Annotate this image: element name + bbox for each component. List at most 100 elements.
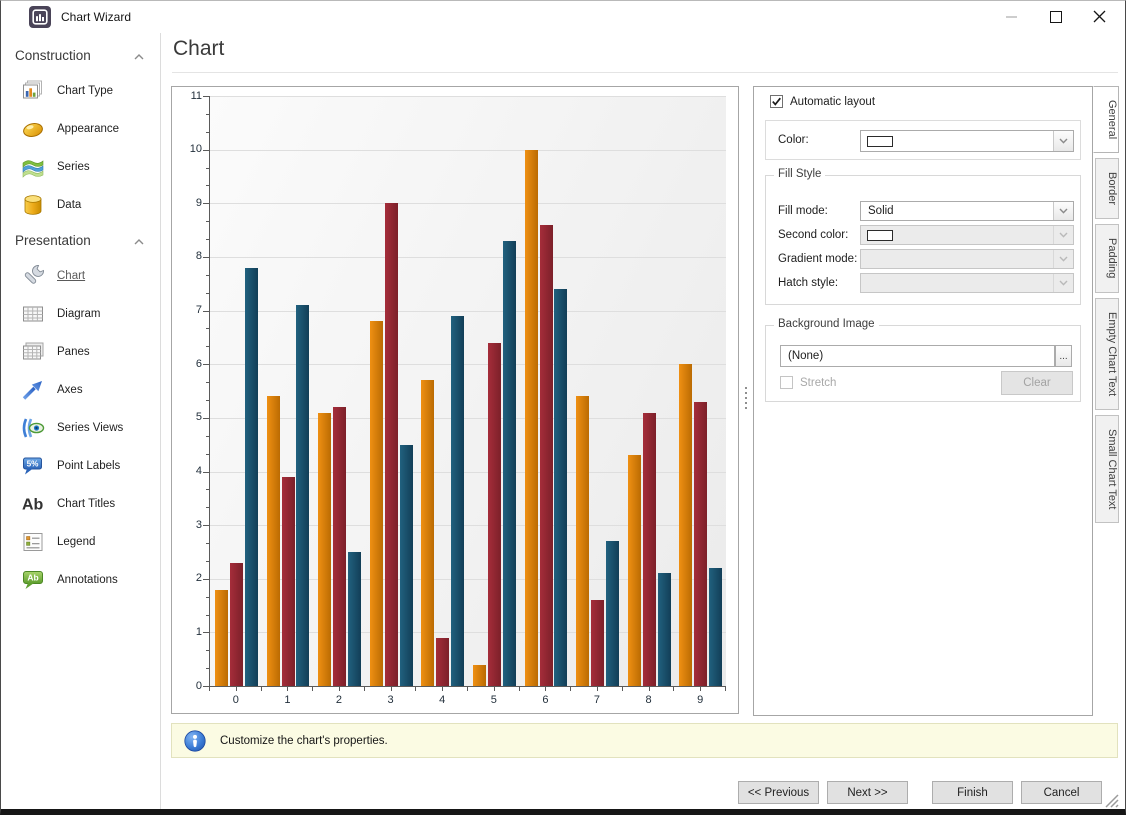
y-minor-tick xyxy=(206,489,209,490)
resize-grip[interactable] xyxy=(1103,792,1119,808)
sidebar-item-appearance[interactable]: Appearance xyxy=(1,110,160,148)
bar-series1-x2 xyxy=(333,407,346,686)
y-axis-label: 2 xyxy=(174,572,202,584)
y-major-tick xyxy=(203,96,209,97)
y-axis-label: 7 xyxy=(174,304,202,316)
svg-text:5%: 5% xyxy=(27,459,40,468)
color-dropdown[interactable] xyxy=(860,130,1074,152)
second-color-swatch xyxy=(867,230,893,241)
info-icon xyxy=(184,730,206,752)
sidebar-item-data[interactable]: Data xyxy=(1,186,160,224)
sidebar-group-label: Construction xyxy=(15,48,91,63)
hatch-style-dropdown xyxy=(860,273,1074,293)
x-boundary-tick xyxy=(364,687,365,691)
sidebar-item-label: Data xyxy=(57,199,81,211)
bar-series0-x6 xyxy=(525,150,538,686)
sidebar-item-legend[interactable]: Legend xyxy=(1,523,160,561)
bar-series0-x9 xyxy=(679,364,692,686)
x-axis-label: 7 xyxy=(571,694,623,706)
bar-series1-x8 xyxy=(643,413,656,687)
next-button[interactable]: Next >> xyxy=(827,781,908,804)
panel-splitter[interactable] xyxy=(743,387,749,415)
chevron-up-icon[interactable] xyxy=(134,233,144,248)
x-center-tick xyxy=(545,687,546,691)
bar-series1-x5 xyxy=(488,343,501,686)
y-minor-tick xyxy=(206,436,209,437)
gridline xyxy=(210,257,726,258)
chart-type-icon xyxy=(20,78,46,104)
minimize-icon xyxy=(1006,16,1017,18)
sidebar-item-chart-type[interactable]: Chart Type xyxy=(1,72,160,110)
chevron-down-icon xyxy=(1053,274,1073,292)
y-major-tick xyxy=(203,579,209,580)
y-axis-label: 10 xyxy=(174,143,202,155)
y-minor-tick xyxy=(206,132,209,133)
y-major-tick xyxy=(203,632,209,633)
y-minor-tick xyxy=(206,328,209,329)
sidebar-item-diagram[interactable]: Diagram xyxy=(1,295,160,333)
tab-small-chart-text[interactable]: Small Chart Text xyxy=(1095,415,1119,524)
x-center-tick xyxy=(339,687,340,691)
sidebar-item-chart-titles[interactable]: AbChart Titles xyxy=(1,485,160,523)
sidebar-item-series[interactable]: Series xyxy=(1,148,160,186)
x-center-tick xyxy=(597,687,598,691)
x-axis-label: 1 xyxy=(262,694,314,706)
sidebar-item-label: Chart xyxy=(57,270,85,282)
chevron-up-icon[interactable] xyxy=(134,48,144,63)
data-icon xyxy=(20,192,46,218)
close-icon xyxy=(1093,10,1106,23)
bar-series2-x0 xyxy=(245,268,258,686)
gradient-mode-label: Gradient mode: xyxy=(778,253,857,265)
gridline xyxy=(210,203,726,204)
sidebar-item-series-views[interactable]: Series Views xyxy=(1,409,160,447)
automatic-layout-checkbox[interactable]: Automatic layout xyxy=(770,95,875,108)
background-image-field[interactable]: (None) xyxy=(780,345,1055,367)
y-minor-tick xyxy=(206,650,209,651)
close-button[interactable] xyxy=(1077,1,1122,32)
previous-button[interactable]: << Previous xyxy=(738,781,819,804)
title-separator xyxy=(172,72,1118,73)
sidebar-item-point-labels[interactable]: 5%Point Labels xyxy=(1,447,160,485)
panes-icon xyxy=(20,339,46,365)
y-minor-tick xyxy=(206,275,209,276)
bar-series1-x6 xyxy=(540,225,553,686)
fill-mode-dropdown[interactable]: Solid xyxy=(860,201,1074,221)
sidebar-item-chart[interactable]: Chart xyxy=(1,257,160,295)
maximize-button[interactable] xyxy=(1033,1,1078,32)
y-minor-tick xyxy=(206,615,209,616)
tab-empty-chart-text[interactable]: Empty Chart Text xyxy=(1095,298,1119,410)
finish-button[interactable]: Finish xyxy=(932,781,1013,804)
sidebar-item-axes[interactable]: Axes xyxy=(1,371,160,409)
x-axis-label: 3 xyxy=(365,694,417,706)
y-major-tick xyxy=(203,150,209,151)
tab-padding[interactable]: Padding xyxy=(1095,224,1119,292)
y-minor-tick xyxy=(206,114,209,115)
x-boundary-tick xyxy=(725,687,726,691)
bar-series1-x1 xyxy=(282,477,295,686)
x-center-tick xyxy=(391,687,392,691)
x-boundary-tick xyxy=(622,687,623,691)
y-major-tick xyxy=(203,364,209,365)
sidebar-item-label: Annotations xyxy=(57,574,118,586)
gridline xyxy=(210,96,726,97)
y-axis-label: 1 xyxy=(174,626,202,638)
browse-button[interactable]: ... xyxy=(1055,345,1072,367)
hatch-style-label: Hatch style: xyxy=(778,277,838,289)
svg-text:Ab: Ab xyxy=(22,497,44,514)
chevron-down-icon xyxy=(1053,250,1073,268)
sidebar-item-label: Appearance xyxy=(57,123,119,135)
tab-border[interactable]: Border xyxy=(1095,158,1119,219)
y-axis-label: 9 xyxy=(174,197,202,209)
clear-button: Clear xyxy=(1001,371,1073,395)
x-axis-label: 8 xyxy=(623,694,675,706)
cancel-button[interactable]: Cancel xyxy=(1021,781,1102,804)
chart-wizard-window: Chart Wizard ConstructionChart TypeAppea… xyxy=(0,0,1126,815)
series-views-icon xyxy=(20,415,46,441)
diagram-icon xyxy=(20,301,46,327)
tab-general[interactable]: General xyxy=(1093,86,1119,153)
y-major-tick xyxy=(203,203,209,204)
bar-series2-x9 xyxy=(709,568,722,686)
sidebar-item-panes[interactable]: Panes xyxy=(1,333,160,371)
sidebar-item-annotations[interactable]: AbAnnotations xyxy=(1,561,160,599)
minimize-button[interactable] xyxy=(989,1,1034,32)
